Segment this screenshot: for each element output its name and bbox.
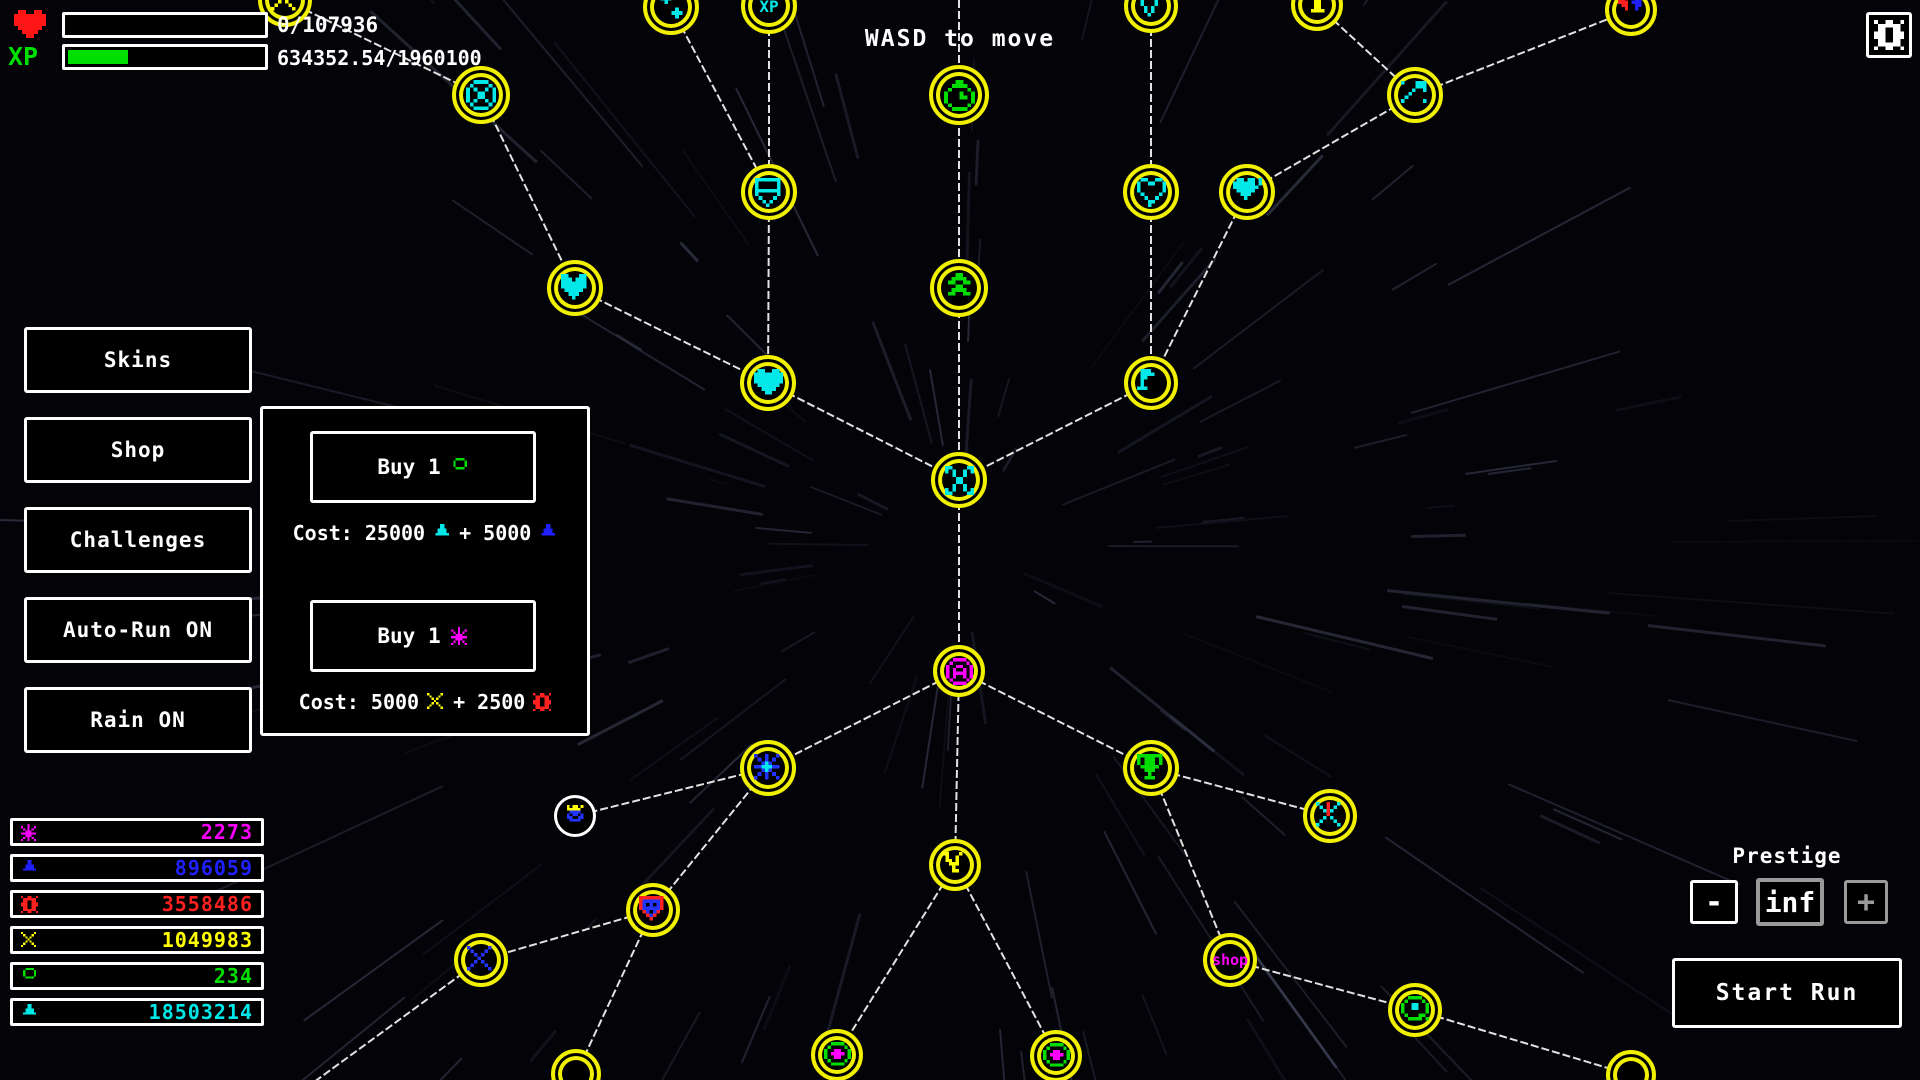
skill-node-acircle[interactable] <box>933 645 985 697</box>
sidebar-button-rain-on[interactable]: Rain ON <box>24 687 252 753</box>
skill-node-plain[interactable] <box>551 1049 601 1080</box>
skill-node-heart[interactable] <box>740 355 796 411</box>
skill-node-virus[interactable] <box>740 740 796 796</box>
cost-text: Cost: 25000 <box>293 521 425 545</box>
skill-node-armor[interactable] <box>547 260 603 316</box>
prestige-count-box: inf <box>1756 878 1824 926</box>
skill-node-xdots[interactable] <box>454 933 508 987</box>
buy-button-2[interactable]: Buy 1 <box>310 600 536 672</box>
cost-plus-text: + 2500 <box>453 690 525 714</box>
skill-node-flag[interactable] <box>1124 356 1178 410</box>
cost-text: Cost: 5000 <box>299 690 419 714</box>
skill-node-expand[interactable] <box>931 452 987 508</box>
skill-node-heartplus[interactable] <box>1219 164 1275 220</box>
prestige-minus-button[interactable]: - <box>1690 880 1738 924</box>
sidebar-button-skins[interactable]: Skins <box>24 327 252 393</box>
buy-button-label: Buy 1 <box>377 624 440 648</box>
skill-node-sparkle[interactable] <box>643 0 699 35</box>
skill-node-xp[interactable]: XP <box>741 0 797 34</box>
skill-node-recycle[interactable] <box>1388 983 1442 1037</box>
sidebar-button-shop[interactable]: Shop <box>24 417 252 483</box>
skill-node-clock[interactable] <box>929 65 989 125</box>
skill-node-branch[interactable] <box>929 839 981 891</box>
prestige-plus-button[interactable]: + <box>1844 880 1888 924</box>
buy-button-1[interactable]: Buy 1 <box>310 431 536 503</box>
sidebar-button-auto-run-on[interactable]: Auto-Run ON <box>24 597 252 663</box>
skill-node-trophy[interactable] <box>1123 740 1179 796</box>
skill-node-shop[interactable]: shop <box>1203 933 1257 987</box>
skill-node-plain[interactable] <box>1606 1050 1656 1080</box>
skill-node-circlex[interactable] <box>452 66 510 124</box>
skill-node-shield[interactable] <box>741 164 797 220</box>
skill-node-ellipsestar[interactable] <box>1030 1030 1082 1080</box>
skill-node-x[interactable] <box>258 0 312 27</box>
cost-line-2: Cost: 5000 + 2500 <box>263 690 587 714</box>
game-screen: XPshop 0/107936 XP 634352.54/1960100 WAS… <box>0 0 1920 1080</box>
start-run-label: Start Run <box>1716 980 1859 1006</box>
plus-icon: + <box>1857 885 1875 920</box>
skill-node-crowndots[interactable] <box>554 795 596 837</box>
skill-node-chevrons[interactable] <box>930 259 988 317</box>
skill-node-xred[interactable] <box>1303 789 1357 843</box>
skill-node-check[interactable] <box>1124 0 1178 33</box>
cost-line-1: Cost: 25000 + 5000 <box>263 521 587 545</box>
settings-button[interactable] <box>1866 12 1912 58</box>
skill-node-arrowspark[interactable] <box>1387 67 1443 123</box>
prestige-count: inf <box>1765 886 1816 919</box>
cost-plus-text: + 5000 <box>459 521 531 545</box>
skill-node-one[interactable] <box>1291 0 1343 31</box>
skill-node-ellipsestar[interactable] <box>811 1029 863 1080</box>
skill-node-dripheart[interactable] <box>1123 164 1179 220</box>
buy-panel: Buy 1 Cost: 25000 + 5000 Buy 1 Cost: 5000 + 2… <box>260 406 590 736</box>
gear-icon <box>1874 20 1904 50</box>
skill-node-shieldred[interactable] <box>626 883 680 937</box>
buy-button-label: Buy 1 <box>377 455 440 479</box>
start-run-button[interactable]: Start Run <box>1672 958 1902 1028</box>
minus-icon: - <box>1705 885 1723 920</box>
sidebar-button-challenges[interactable]: Challenges <box>24 507 252 573</box>
skill-node-duo[interactable] <box>1605 0 1657 36</box>
